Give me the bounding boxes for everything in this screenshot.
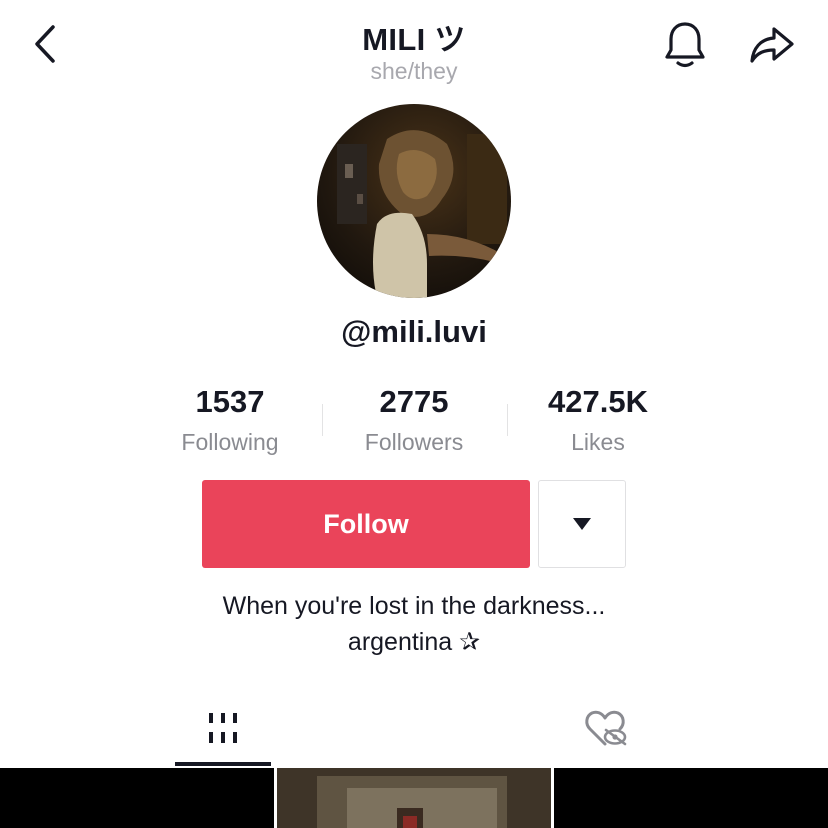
stat-divider (322, 404, 323, 436)
grid-videos-icon (209, 713, 237, 743)
stat-divider (507, 404, 508, 436)
stat-followers[interactable]: 2775 Followers (334, 382, 494, 460)
tab-videos[interactable] (175, 690, 271, 766)
stat-value: 1537 (195, 384, 265, 419)
username-handle: @mili.luvi (341, 314, 487, 349)
liked-hidden-heart-icon (585, 710, 627, 746)
video-thumbnail[interactable] (0, 768, 274, 828)
triangle-down-icon (573, 518, 591, 530)
stat-label: Followers (364, 429, 464, 455)
avatar-photo (317, 104, 511, 298)
share-arrow-icon (750, 27, 794, 63)
avatar[interactable] (317, 104, 511, 298)
suggested-accounts-button[interactable] (538, 480, 626, 568)
video-thumbnail[interactable] (554, 768, 828, 828)
active-tab-indicator (175, 762, 271, 766)
bio-line: argentina ✰ (347, 628, 481, 656)
bell-icon (665, 22, 705, 68)
share-button[interactable] (744, 18, 800, 72)
video-thumbnail-image (277, 768, 551, 828)
stat-label: Likes (571, 429, 625, 455)
notifications-button[interactable] (658, 18, 712, 72)
bio-line: When you're lost in the darkness... (222, 592, 606, 620)
stat-following[interactable]: 1537 Following (150, 382, 310, 460)
stat-label: Following (181, 429, 279, 455)
follow-button[interactable]: Follow (202, 480, 530, 568)
tab-liked[interactable] (560, 690, 652, 766)
stat-value: 427.5K (548, 384, 648, 419)
stat-value: 2775 (379, 384, 449, 419)
stat-likes[interactable]: 427.5K Likes (518, 382, 678, 460)
video-thumbnail[interactable] (277, 768, 551, 828)
